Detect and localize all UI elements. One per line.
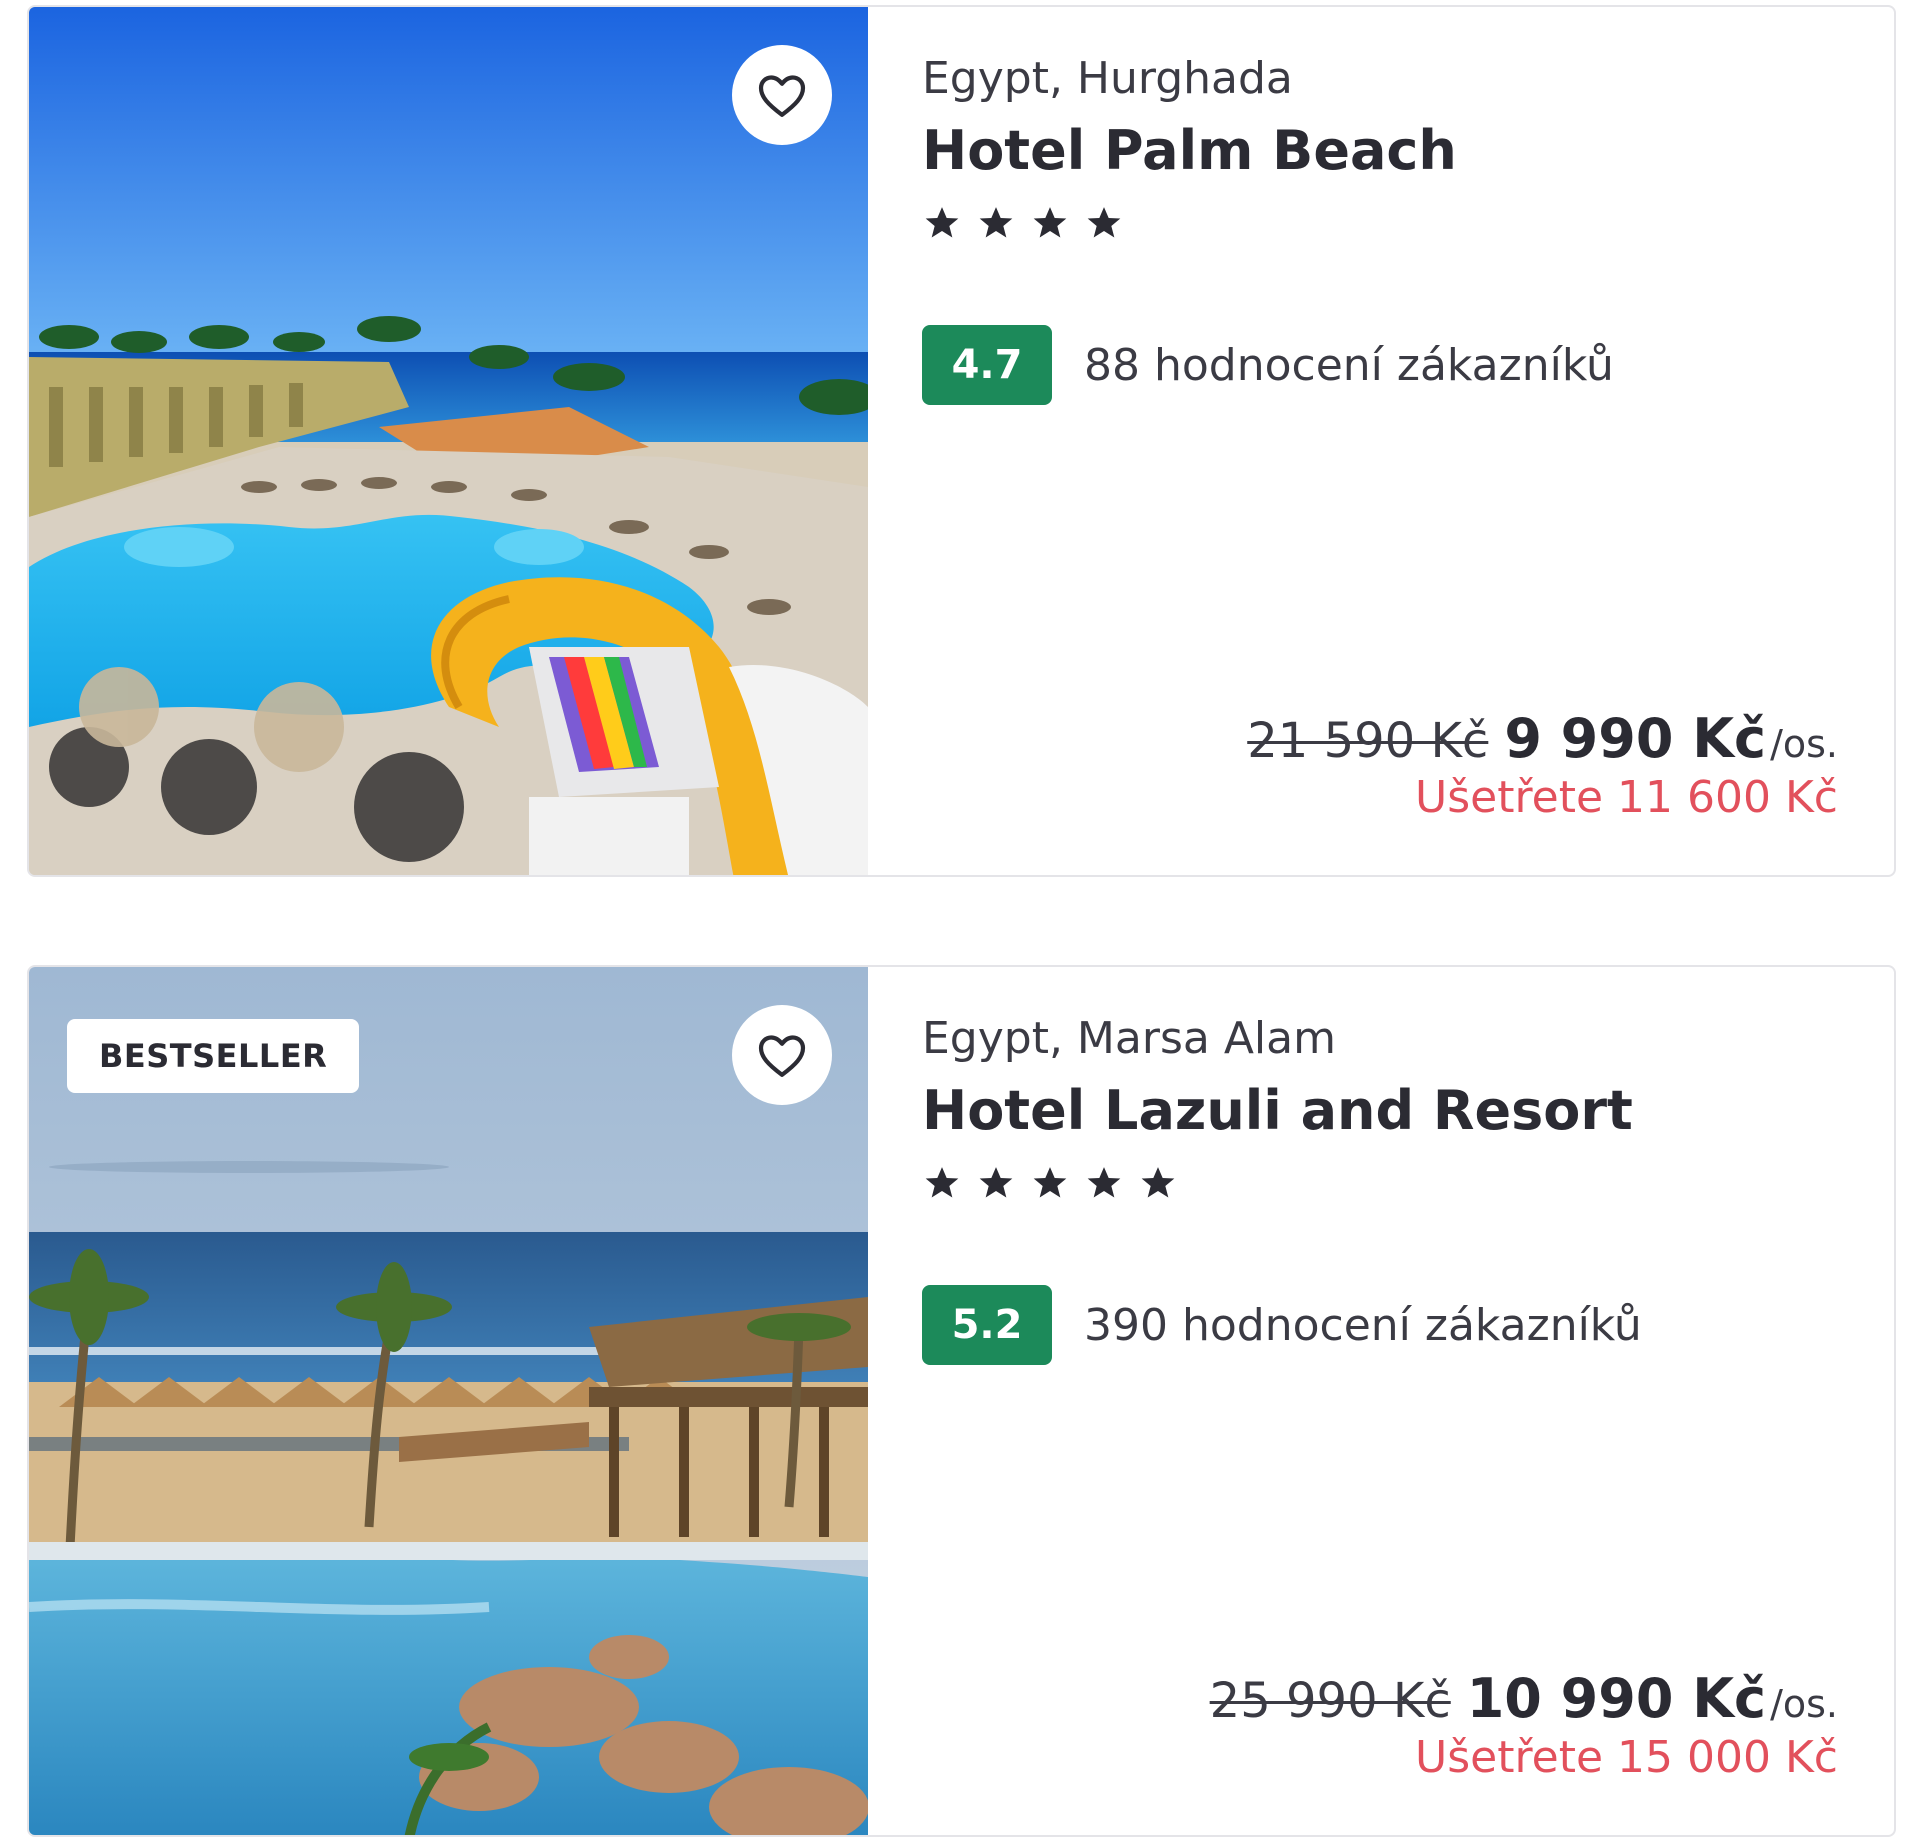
rating-score-badge: 4.7: [922, 325, 1052, 405]
heart-outline-icon: [758, 1035, 806, 1077]
favorite-button[interactable]: [732, 45, 832, 145]
review-count[interactable]: 390 hodnocení zákazníků: [1084, 1300, 1642, 1351]
hotel-location: Egypt, Hurghada: [922, 53, 1293, 104]
star-icon: [1033, 1167, 1067, 1198]
bestseller-badge: BESTSELLER: [67, 1019, 360, 1093]
original-price: 21 590 Kč: [1247, 713, 1489, 769]
star-icon: [1087, 207, 1121, 238]
resort-pool-waterslide-photo: [29, 7, 868, 875]
price-block: 21 590 Kč 9 990 Kč /os. Ušetřete 11 600 …: [1247, 707, 1838, 823]
rating-row: 4.7 88 hodnocení zákazníků: [922, 325, 1614, 405]
hotel-info: Egypt, Hurghada Hotel Palm Beach 4.7 88 …: [922, 7, 1894, 875]
price-block: 25 990 Kč 10 990 Kč /os. Ušetřete 15 000…: [1210, 1667, 1838, 1783]
rating-row: 5.2 390 hodnocení zákazníků: [922, 1285, 1642, 1365]
star-rating: [922, 1163, 1178, 1203]
star-icon: [1141, 1167, 1175, 1198]
hotel-name[interactable]: Hotel Palm Beach: [922, 119, 1457, 182]
hotel-info: Egypt, Marsa Alam Hotel Lazuli and Resor…: [922, 967, 1894, 1835]
hotel-photo[interactable]: [29, 7, 868, 875]
hotel-location: Egypt, Marsa Alam: [922, 1013, 1336, 1064]
rating-score-badge: 5.2: [922, 1285, 1052, 1365]
star-rating: [922, 203, 1124, 243]
beach-pool-sunshades-photo: [29, 967, 868, 1835]
favorite-button[interactable]: [732, 1005, 832, 1105]
star-icon: [925, 207, 959, 238]
star-icon: [925, 1167, 959, 1198]
star-icon: [979, 1167, 1013, 1198]
savings-text: Ušetřete 15 000 Kč: [1415, 1732, 1838, 1783]
per-person-label: /os.: [1770, 1682, 1838, 1726]
star-icon: [979, 207, 1013, 238]
hotel-photo[interactable]: BESTSELLER: [29, 967, 868, 1835]
savings-text: Ušetřete 11 600 Kč: [1415, 772, 1838, 823]
hotel-card[interactable]: BESTSELLER Egypt, Marsa Alam Hotel Lazul…: [27, 965, 1896, 1837]
original-price: 25 990 Kč: [1209, 1673, 1451, 1729]
star-icon: [1087, 1167, 1121, 1198]
star-icon: [1033, 207, 1067, 238]
hotel-card[interactable]: Egypt, Hurghada Hotel Palm Beach 4.7 88 …: [27, 5, 1896, 877]
per-person-label: /os.: [1770, 722, 1838, 766]
review-count[interactable]: 88 hodnocení zákazníků: [1084, 340, 1614, 391]
current-price: 10 990 Kč: [1466, 1667, 1767, 1730]
hotel-name[interactable]: Hotel Lazuli and Resort: [922, 1079, 1633, 1142]
current-price: 9 990 Kč: [1504, 707, 1767, 770]
heart-outline-icon: [758, 75, 806, 117]
